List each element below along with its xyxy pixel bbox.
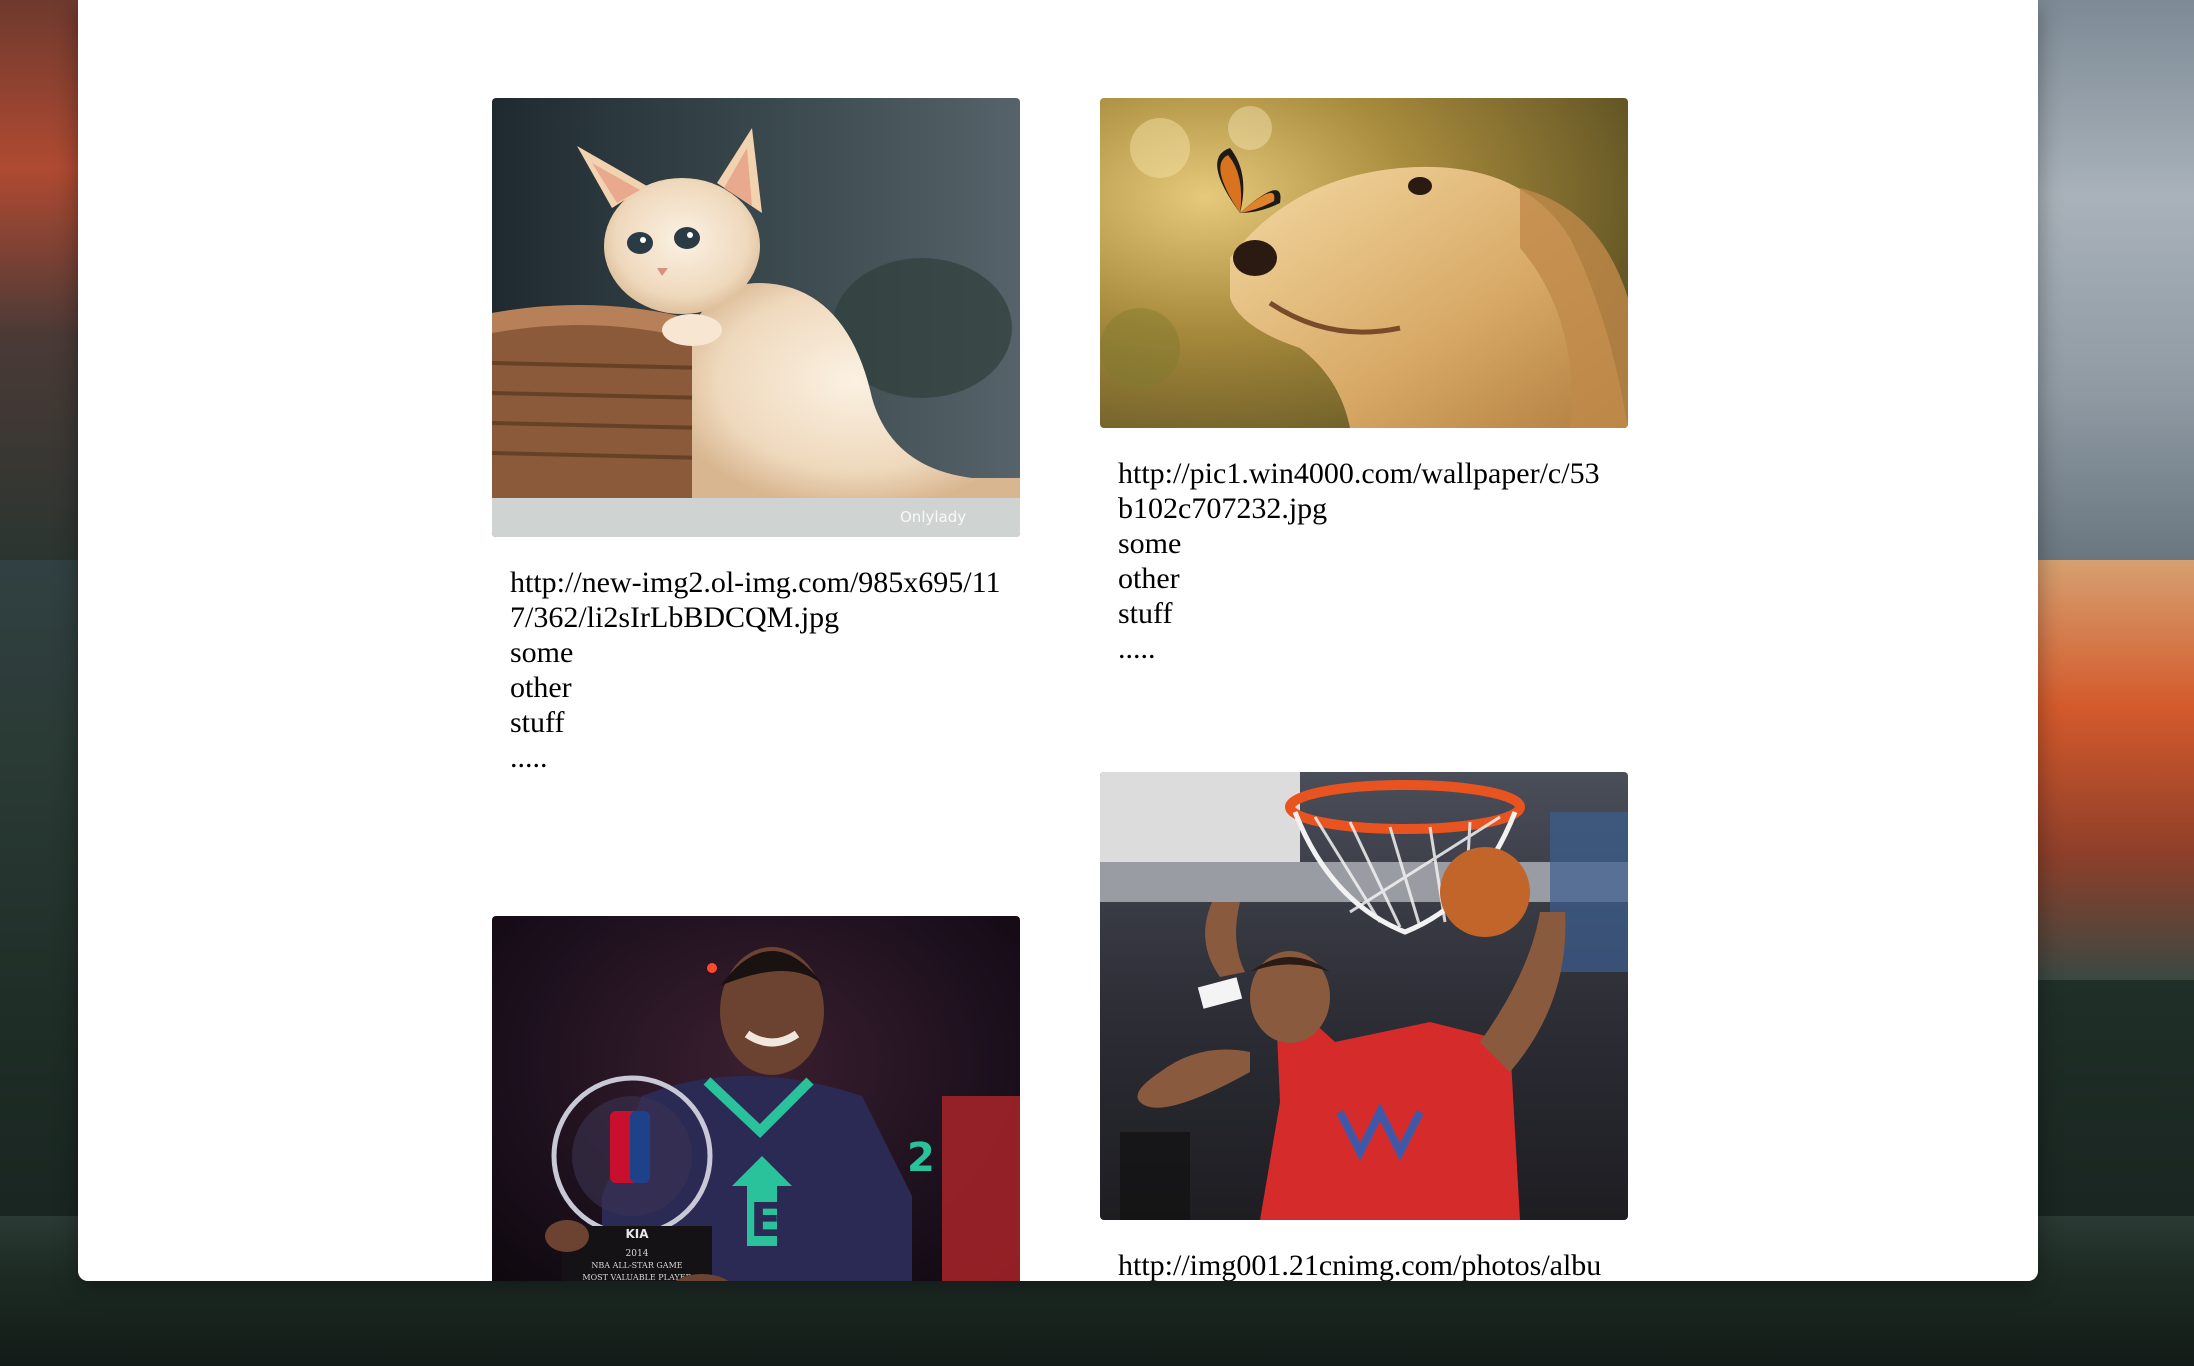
trophy-plate-award: MOST VALUABLE PLAYER bbox=[582, 1273, 692, 1281]
card-kitten-text: http://new-img2.ol-img.com/985x695/117/3… bbox=[492, 537, 1020, 775]
card-dog-text: http://pic1.win4000.com/wallpaper/c/53b1… bbox=[1100, 428, 1628, 666]
card-dog: http://pic1.win4000.com/wallpaper/c/53b1… bbox=[1100, 98, 1628, 666]
image-url: http://img001.21cnimg.com/photos/albu bbox=[1118, 1249, 1602, 1281]
dog-image[interactable] bbox=[1100, 98, 1628, 428]
jersey-letter: E bbox=[750, 1193, 781, 1247]
card-line: other bbox=[510, 671, 572, 704]
card-trophy-player: E 2 KIA 2014 NBA ALL-STAR GAME MOST VALU… bbox=[492, 916, 1020, 1281]
kitten-image[interactable]: Onlylady bbox=[492, 98, 1020, 537]
card-kitten: Onlylady http://new-img2.ol-img.com/985x… bbox=[492, 98, 1020, 775]
trophy-player-image[interactable]: E 2 KIA 2014 NBA ALL-STAR GAME MOST VALU… bbox=[492, 916, 1020, 1281]
trophy-plate-event: NBA ALL-STAR GAME bbox=[591, 1261, 682, 1270]
card-line: ..... bbox=[510, 741, 548, 774]
trophy-plate-year: 2014 bbox=[626, 1249, 649, 1259]
desktop-wallpaper-sky bbox=[2038, 0, 2194, 560]
image-url: http://new-img2.ol-img.com/985x695/117/3… bbox=[510, 566, 1001, 634]
browser-window: Onlylady http://new-img2.ol-img.com/985x… bbox=[78, 0, 2038, 1281]
desktop-wallpaper-left bbox=[0, 0, 80, 560]
jersey-number: 2 bbox=[907, 1135, 935, 1181]
dunk-player-image[interactable] bbox=[1100, 772, 1628, 1220]
kitten-watermark: Onlylady bbox=[900, 508, 966, 526]
card-line: other bbox=[1118, 562, 1180, 595]
card-line: ..... bbox=[1118, 632, 1156, 665]
card-dunk-player: http://img001.21cnimg.com/photos/albu bbox=[1100, 772, 1628, 1281]
image-url: http://pic1.win4000.com/wallpaper/c/53b1… bbox=[1118, 457, 1600, 525]
card-line: some bbox=[1118, 527, 1182, 560]
card-dunk-text: http://img001.21cnimg.com/photos/albu bbox=[1100, 1220, 1628, 1281]
card-line: stuff bbox=[510, 706, 565, 739]
desktop-wallpaper-right bbox=[2038, 560, 2194, 980]
trophy-plate-brand: KIA bbox=[625, 1227, 649, 1241]
card-line: stuff bbox=[1118, 597, 1173, 630]
card-line: some bbox=[510, 636, 574, 669]
